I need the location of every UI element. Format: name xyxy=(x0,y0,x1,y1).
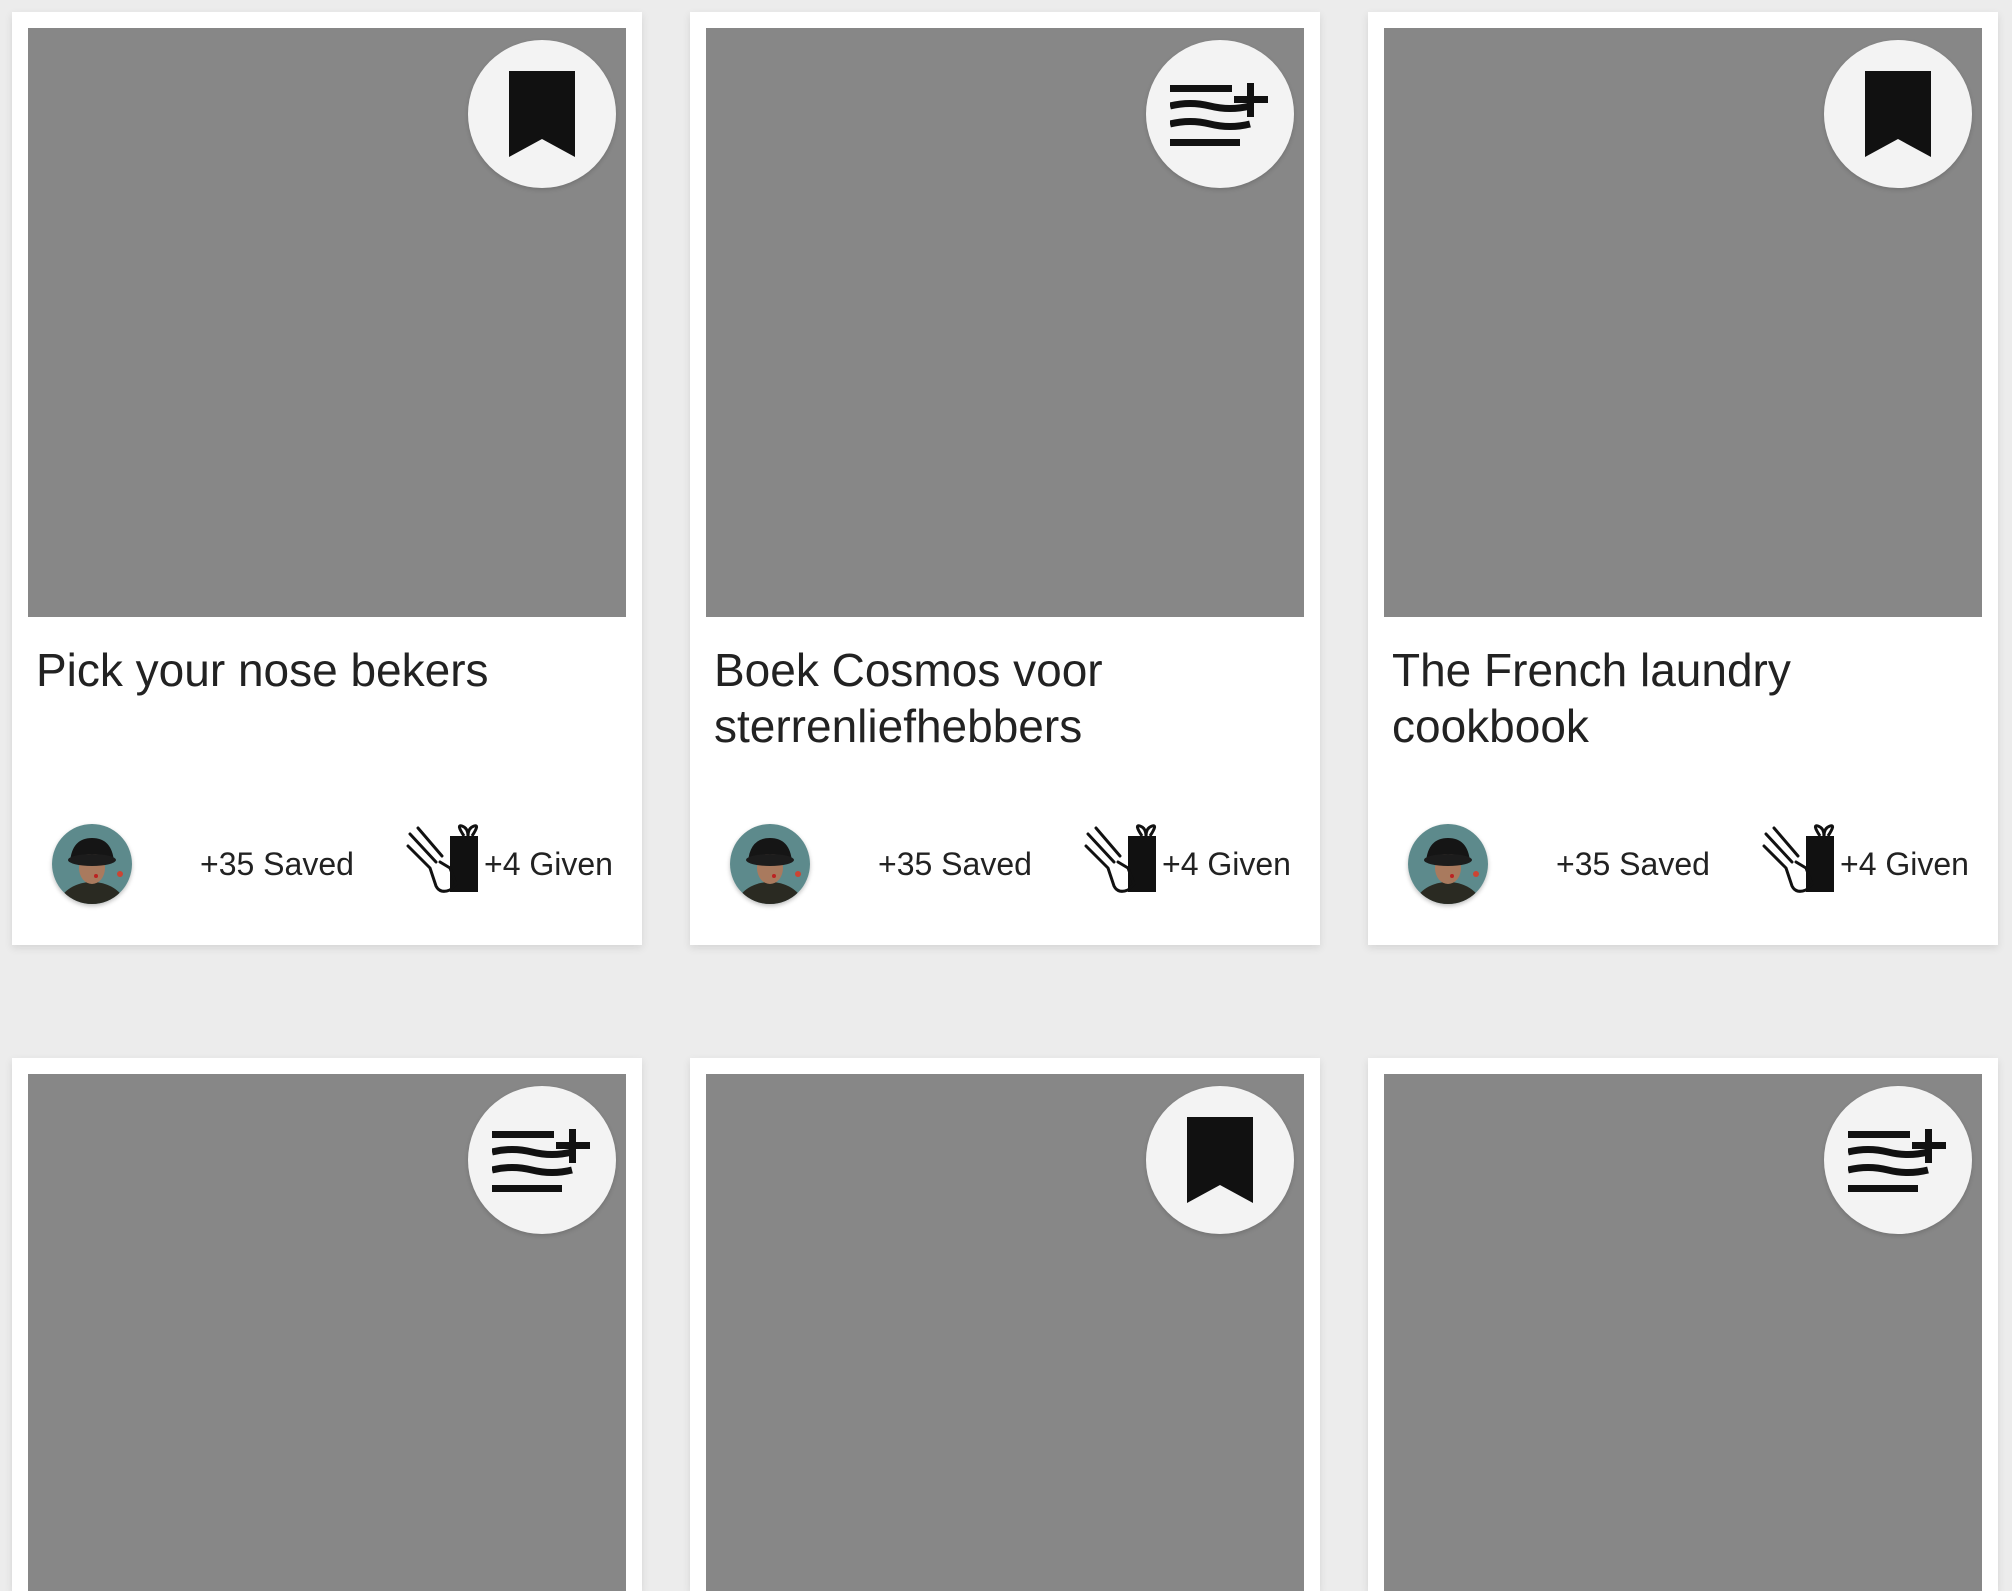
saved-count: +35 Saved xyxy=(200,846,354,882)
product-card[interactable]: The French laundry cookbook +35 Saved +4… xyxy=(1368,12,1998,945)
gift-given-icon xyxy=(1762,824,1835,893)
avatar[interactable] xyxy=(52,824,132,904)
product-grid: Pick your nose bekers +35 Saved +4 Given… xyxy=(0,0,2012,1591)
gift-given-icon xyxy=(406,824,479,893)
bookmark-icon xyxy=(1865,71,1931,157)
given-count: +4 Given xyxy=(484,846,613,882)
bookmark-icon xyxy=(509,71,575,157)
add-to-list-button[interactable] xyxy=(1824,1086,1972,1234)
product-title[interactable]: The French laundry cookbook xyxy=(1392,642,1972,754)
given-count: +4 Given xyxy=(1162,846,1291,882)
product-card[interactable] xyxy=(690,1058,1320,1591)
save-bookmark-button[interactable] xyxy=(1146,1086,1294,1234)
add-to-list-button[interactable] xyxy=(1146,40,1294,188)
product-title[interactable]: Boek Cosmos voor sterrenliefhebbers xyxy=(714,642,1294,754)
add-to-list-button[interactable] xyxy=(468,1086,616,1234)
product-card[interactable] xyxy=(1368,1058,1998,1591)
saved-count: +35 Saved xyxy=(1556,846,1710,882)
product-card[interactable]: Boek Cosmos voor sterrenliefhebbers +35 … xyxy=(690,12,1320,945)
playlist-add-icon xyxy=(1170,83,1268,146)
product-card[interactable] xyxy=(12,1058,642,1591)
product-card[interactable]: Pick your nose bekers +35 Saved +4 Given xyxy=(12,12,642,945)
gift-given-icon xyxy=(1084,824,1157,893)
avatar[interactable] xyxy=(730,824,810,904)
avatar[interactable] xyxy=(1408,824,1488,904)
card-footer: +35 Saved +4 Given xyxy=(1368,824,1998,908)
playlist-add-icon xyxy=(492,1129,590,1192)
save-bookmark-button[interactable] xyxy=(468,40,616,188)
saved-count: +35 Saved xyxy=(878,846,1032,882)
save-bookmark-button[interactable] xyxy=(1824,40,1972,188)
playlist-add-icon xyxy=(1848,1129,1946,1192)
given-count: +4 Given xyxy=(1840,846,1969,882)
product-title[interactable]: Pick your nose bekers xyxy=(36,642,616,698)
bookmark-icon xyxy=(1187,1117,1253,1203)
card-footer: +35 Saved +4 Given xyxy=(690,824,1320,908)
card-footer: +35 Saved +4 Given xyxy=(12,824,642,908)
